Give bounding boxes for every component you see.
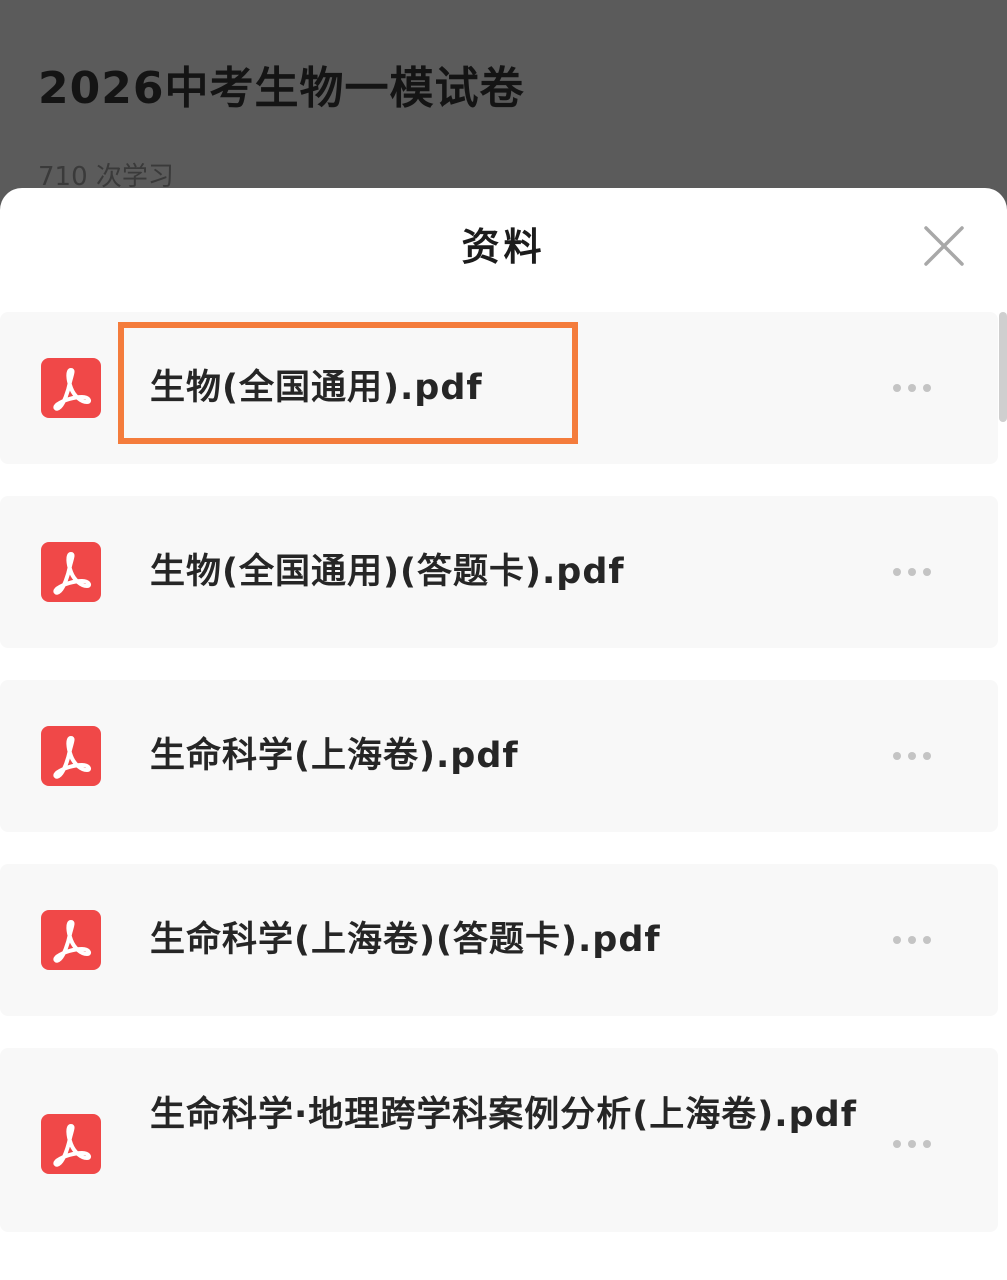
more-button[interactable]	[893, 565, 933, 579]
more-dot	[923, 384, 931, 392]
more-button[interactable]	[893, 1137, 933, 1151]
more-dot	[893, 384, 901, 392]
more-dot	[908, 936, 916, 944]
more-dot	[923, 936, 931, 944]
more-dot	[923, 1140, 931, 1148]
file-item[interactable]: 生命科学·地理跨学科案例分析(上海卷).pdf	[0, 1048, 998, 1232]
file-name: 生物(全国通用)(答题卡).pdf	[150, 552, 625, 592]
file-item[interactable]: 生命科学(上海卷).pdf	[0, 680, 998, 832]
sheet-title: 资料	[461, 225, 546, 269]
more-button[interactable]	[893, 381, 933, 395]
file-name: 生命科学(上海卷).pdf	[150, 736, 519, 776]
pdf-icon	[41, 1114, 101, 1174]
more-dot	[923, 752, 931, 760]
more-dot	[908, 568, 916, 576]
more-dot	[923, 568, 931, 576]
more-dot	[893, 936, 901, 944]
more-dot	[893, 1140, 901, 1148]
file-name: 生命科学(上海卷)(答题卡).pdf	[150, 920, 661, 960]
file-item[interactable]: 生命科学(上海卷)(答题卡).pdf	[0, 864, 998, 1016]
more-dot	[893, 752, 901, 760]
more-button[interactable]	[893, 749, 933, 763]
file-item[interactable]: 生物(全国通用)(答题卡).pdf	[0, 496, 998, 648]
pdf-icon	[41, 726, 101, 786]
more-dot	[908, 1140, 916, 1148]
close-icon	[924, 226, 964, 266]
file-name: 生命科学·地理跨学科案例分析(上海卷).pdf	[150, 1095, 857, 1135]
pdf-icon	[41, 358, 101, 418]
scrollbar[interactable]	[999, 312, 1007, 422]
pdf-icon	[41, 910, 101, 970]
close-button[interactable]	[918, 220, 970, 272]
more-dot	[908, 752, 916, 760]
pdf-icon	[41, 542, 101, 602]
page-title: 2026中考生物一模试卷	[38, 63, 525, 114]
highlight-box	[118, 322, 578, 444]
more-dot	[893, 568, 901, 576]
more-button[interactable]	[893, 933, 933, 947]
more-dot	[908, 384, 916, 392]
